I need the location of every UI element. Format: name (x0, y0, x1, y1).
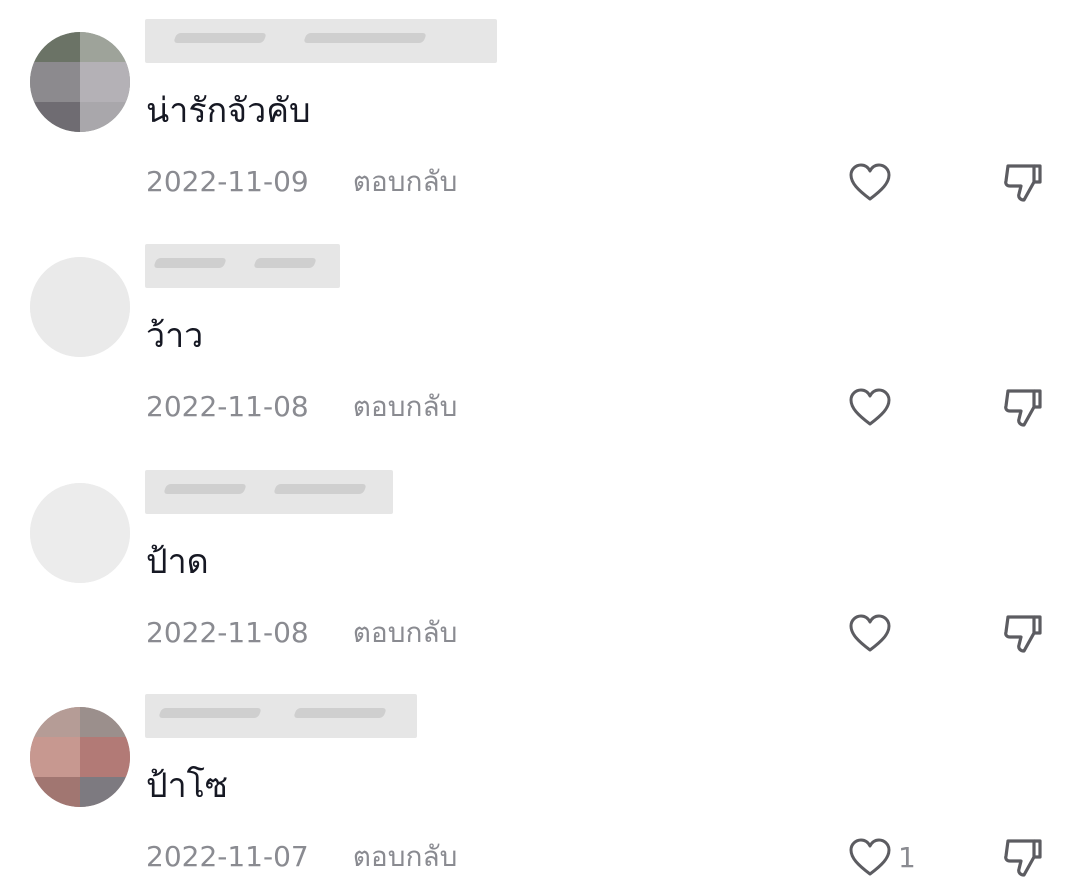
heart-outline-icon (849, 614, 891, 652)
avatar[interactable] (30, 707, 130, 807)
like-count: 1 (898, 840, 916, 874)
username-blurred[interactable] (145, 19, 497, 63)
avatar[interactable] (30, 257, 130, 357)
comment-text: ว้าว (146, 316, 204, 356)
comment-meta: 2022-11-07 ตอบกลับ (146, 837, 457, 877)
dislike-button[interactable] (999, 608, 1047, 658)
comment-item: ป้าโซ 2022-11-07 ตอบกลับ 1 (0, 690, 1079, 885)
comment-text: ป้าด (146, 542, 209, 582)
heart-outline-icon (849, 388, 891, 426)
comment-list: น่ารักจัวคับ 2022-11-09 ตอบกลับ ว้าว 202… (0, 0, 1079, 885)
comment-text: ป้าโซ (146, 766, 229, 806)
username-blurred[interactable] (145, 470, 393, 514)
heart-outline-icon (849, 838, 891, 876)
reply-button[interactable]: ตอบกลับ (353, 837, 458, 877)
reply-button[interactable]: ตอบกลับ (353, 613, 458, 653)
like-button[interactable] (848, 608, 898, 658)
avatar[interactable] (30, 483, 130, 583)
dislike-button[interactable] (999, 382, 1047, 432)
like-button[interactable] (848, 157, 898, 207)
comment-date: 2022-11-08 (146, 616, 309, 649)
comment-text: น่ารักจัวคับ (146, 91, 311, 131)
heart-outline-icon (849, 163, 891, 201)
comment-date: 2022-11-07 (146, 840, 309, 873)
comment-item: น่ารักจัวคับ 2022-11-09 ตอบกลับ (0, 15, 1079, 240)
dislike-button[interactable] (999, 832, 1047, 882)
comment-date: 2022-11-09 (146, 165, 309, 198)
dislike-button[interactable] (999, 157, 1047, 207)
comment-meta: 2022-11-08 ตอบกลับ (146, 613, 457, 653)
comment-meta: 2022-11-09 ตอบกลับ (146, 162, 457, 202)
comment-meta: 2022-11-08 ตอบกลับ (146, 387, 457, 427)
reply-button[interactable]: ตอบกลับ (353, 162, 458, 202)
like-button[interactable]: 1 (848, 832, 916, 882)
thumbs-down-icon (1004, 389, 1042, 427)
avatar[interactable] (30, 32, 130, 132)
thumbs-down-icon (1004, 839, 1042, 877)
username-blurred[interactable] (145, 244, 340, 288)
thumbs-down-icon (1004, 164, 1042, 202)
username-blurred[interactable] (145, 694, 417, 738)
thumbs-down-icon (1004, 615, 1042, 653)
comment-date: 2022-11-08 (146, 390, 309, 423)
comment-item: ป้าด 2022-11-08 ตอบกลับ (0, 466, 1079, 691)
comment-item: ว้าว 2022-11-08 ตอบกลับ (0, 240, 1079, 465)
reply-button[interactable]: ตอบกลับ (353, 387, 458, 427)
like-button[interactable] (848, 382, 898, 432)
